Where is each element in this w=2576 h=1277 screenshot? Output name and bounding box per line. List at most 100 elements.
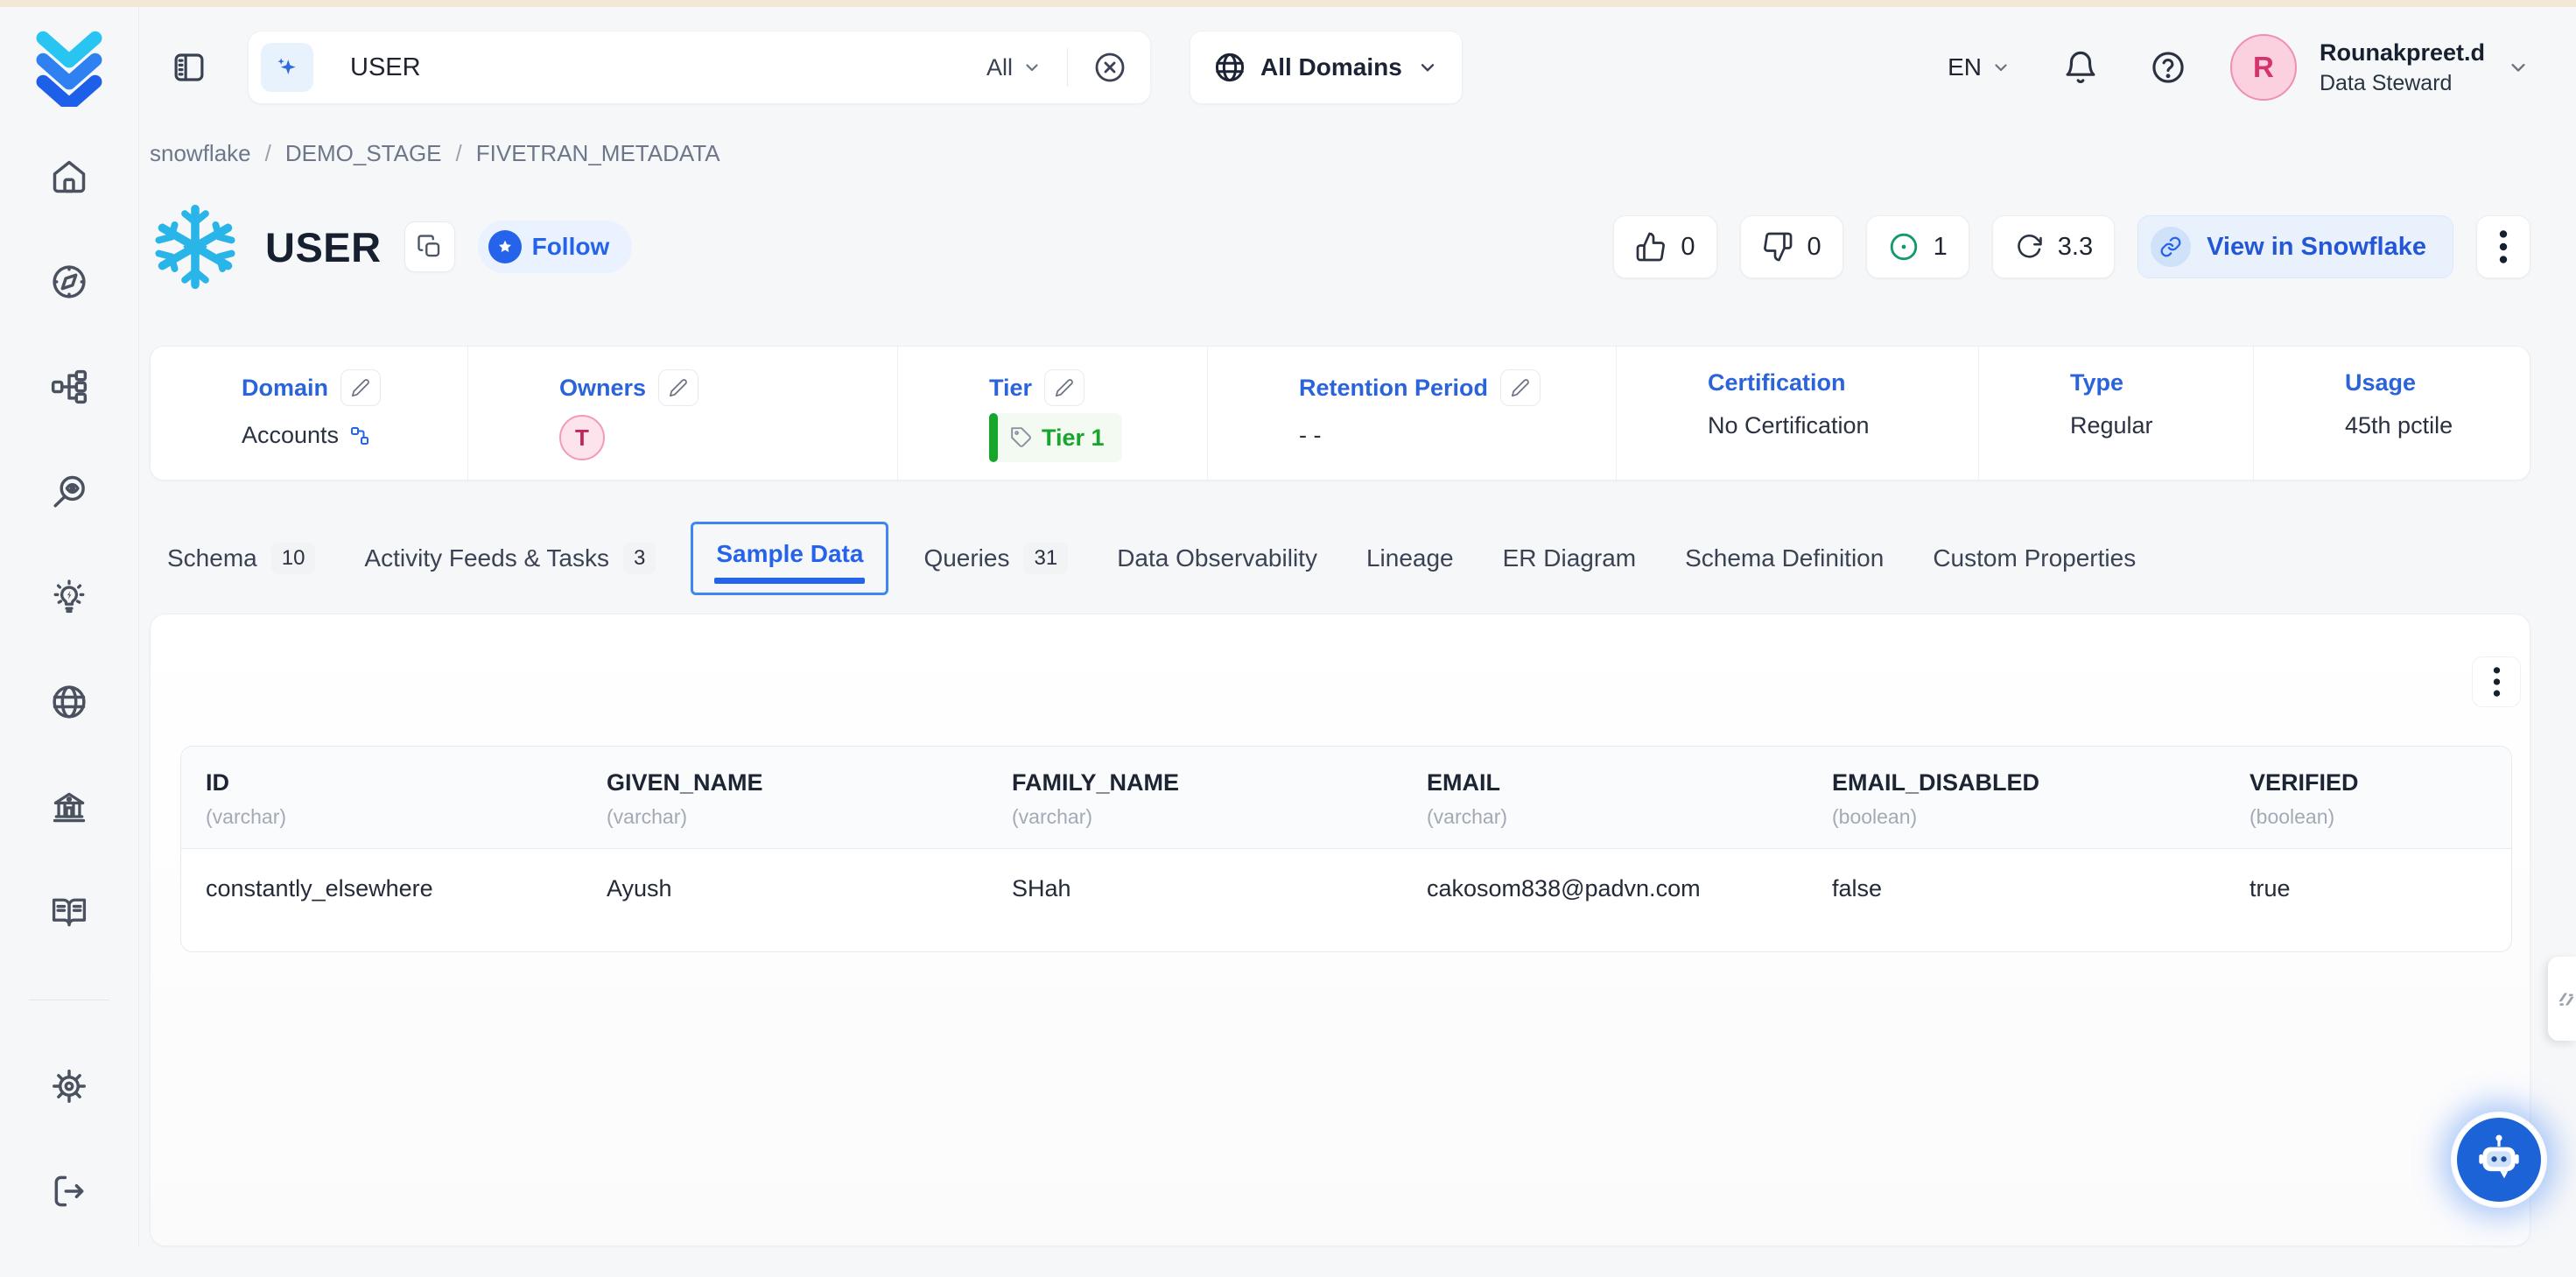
- relation-icon: [349, 425, 370, 446]
- popularity-score: 3.3: [2058, 233, 2093, 262]
- sidebar-item-discover[interactable]: [50, 473, 88, 511]
- domain-edit-button[interactable]: [340, 369, 381, 406]
- sidebar-item-settings[interactable]: [50, 1067, 88, 1105]
- watch-target-icon: [1888, 231, 1920, 263]
- entity-header: USER Follow: [150, 195, 2530, 298]
- sidebar-toggle-button[interactable]: [171, 49, 207, 86]
- tab-er-diagram[interactable]: ER Diagram: [1478, 544, 1660, 572]
- help-circle-icon: [2150, 49, 2186, 86]
- entity-identity: USER Follow: [150, 195, 632, 298]
- table-row: constantly_elsewhere Ayush SHah cakosom8…: [181, 849, 2511, 951]
- popularity-button[interactable]: 3.3: [1992, 215, 2115, 278]
- search-scope-label: All: [986, 54, 1013, 81]
- logout-icon: [50, 1172, 88, 1210]
- breadcrumb-item-schema[interactable]: FIVETRAN_METADATA: [476, 140, 720, 167]
- view-in-snowflake-button[interactable]: View in Snowflake: [2137, 215, 2453, 278]
- pencil-icon: [1511, 378, 1530, 397]
- top-accent-strip: [0, 0, 2576, 7]
- metadata-certification: Certification No Certification: [1617, 347, 1979, 480]
- owners-edit-button[interactable]: [658, 369, 698, 406]
- tab-queries[interactable]: Queries 31: [899, 543, 1092, 574]
- language-selector[interactable]: EN: [1948, 53, 2011, 81]
- follow-button[interactable]: Follow: [478, 221, 633, 273]
- like-button[interactable]: 0: [1613, 215, 1716, 278]
- tab-custom-properties[interactable]: Custom Properties: [1908, 544, 2160, 572]
- thumbs-up-icon: [1635, 231, 1667, 263]
- robot-icon: [2470, 1131, 2528, 1189]
- breadcrumb-item-database[interactable]: DEMO_STAGE: [285, 140, 442, 167]
- sidebar-item-glossary[interactable]: [50, 893, 88, 931]
- owner-avatar[interactable]: T: [559, 415, 605, 460]
- metadata-band: Domain Accounts Owners: [150, 346, 2530, 481]
- atlan-logo[interactable]: [31, 30, 108, 107]
- chatbot-button[interactable]: [2453, 1113, 2545, 1206]
- search-scope-dropdown[interactable]: All: [986, 54, 1042, 81]
- kebab-icon: [2493, 665, 2501, 698]
- entity-more-actions-button[interactable]: [2476, 215, 2530, 278]
- topbar: All All Domains: [150, 7, 2530, 128]
- side-dock-handle[interactable]: [2548, 957, 2576, 1041]
- watchers-button[interactable]: 1: [1866, 215, 1969, 278]
- user-avatar[interactable]: R: [2230, 34, 2297, 101]
- tab-custom-properties-label: Custom Properties: [1933, 544, 2136, 572]
- watchers-count: 1: [1934, 233, 1948, 262]
- certification-value: No Certification: [1708, 412, 1870, 439]
- search-input[interactable]: [348, 53, 986, 83]
- search-eye-icon: [50, 473, 88, 511]
- type-label[interactable]: Type: [2070, 369, 2123, 396]
- user-menu[interactable]: Rounakpreet.d Data Steward: [2320, 39, 2485, 96]
- tab-schema-definition[interactable]: Schema Definition: [1660, 544, 1908, 572]
- owners-label[interactable]: Owners: [559, 375, 646, 402]
- tab-data-observability-label: Data Observability: [1117, 544, 1317, 572]
- globe-icon: [1213, 51, 1246, 84]
- tag-icon: [1010, 426, 1033, 449]
- metadata-retention: Retention Period - -: [1208, 347, 1617, 480]
- all-domains-button[interactable]: All Domains: [1190, 31, 1463, 104]
- domain-label[interactable]: Domain: [242, 375, 328, 402]
- retention-value: - -: [1299, 422, 1321, 449]
- tab-lineage[interactable]: Lineage: [1342, 544, 1478, 572]
- column-header-given-name: GIVEN_NAME (varchar): [582, 747, 987, 848]
- page-title: USER: [265, 223, 382, 271]
- certification-label[interactable]: Certification: [1708, 369, 1846, 396]
- metadata-owners: Owners T: [468, 347, 898, 480]
- retention-label[interactable]: Retention Period: [1299, 375, 1488, 402]
- usage-label[interactable]: Usage: [2345, 369, 2416, 396]
- ai-sparkle-chip[interactable]: [261, 43, 313, 92]
- tab-schema[interactable]: Schema 10: [150, 543, 340, 574]
- metadata-type: Type Regular: [1979, 347, 2254, 480]
- domain-value-row[interactable]: Accounts: [242, 422, 467, 449]
- global-search: All: [248, 31, 1151, 104]
- sample-data-more-button[interactable]: [2472, 656, 2521, 707]
- tier-badge-bar: [989, 413, 998, 462]
- usage-value: 45th pctile: [2345, 412, 2453, 439]
- sidebar-item-explore[interactable]: [50, 263, 88, 301]
- sidebar-item-workflows[interactable]: [50, 368, 88, 406]
- breadcrumb-item-connection[interactable]: snowflake: [150, 140, 251, 167]
- sidebar-item-insights[interactable]: [50, 578, 88, 616]
- tier-badge[interactable]: Tier 1: [989, 413, 1122, 462]
- tier-label[interactable]: Tier: [989, 375, 1032, 402]
- notifications-button[interactable]: [2062, 49, 2099, 86]
- help-button[interactable]: [2150, 49, 2186, 86]
- sample-data-panel: ID (varchar) GIVEN_NAME (varchar) FAMILY…: [150, 614, 2530, 1246]
- globe-icon: [50, 683, 88, 721]
- sidebar-item-logout[interactable]: [50, 1172, 88, 1210]
- all-domains-label: All Domains: [1260, 53, 1402, 81]
- copy-link-button[interactable]: [404, 221, 455, 272]
- dislike-button[interactable]: 0: [1740, 215, 1843, 278]
- search-clear-button[interactable]: [1092, 50, 1127, 85]
- pencil-icon: [669, 378, 688, 397]
- sidebar-item-governance[interactable]: [50, 788, 88, 826]
- sidebar-item-web[interactable]: [50, 683, 88, 721]
- workflows-icon: [50, 368, 88, 406]
- language-label: EN: [1948, 53, 1982, 81]
- tab-data-observability[interactable]: Data Observability: [1092, 544, 1342, 572]
- tier-edit-button[interactable]: [1044, 369, 1084, 406]
- retention-edit-button[interactable]: [1500, 369, 1541, 406]
- tab-activity-feeds[interactable]: Activity Feeds & Tasks 3: [340, 543, 680, 574]
- tab-sample-data-label: Sample Data: [716, 540, 863, 567]
- chevron-down-icon[interactable]: [2506, 55, 2530, 80]
- tab-sample-data[interactable]: Sample Data: [691, 522, 888, 595]
- sidebar-item-home[interactable]: [50, 158, 88, 196]
